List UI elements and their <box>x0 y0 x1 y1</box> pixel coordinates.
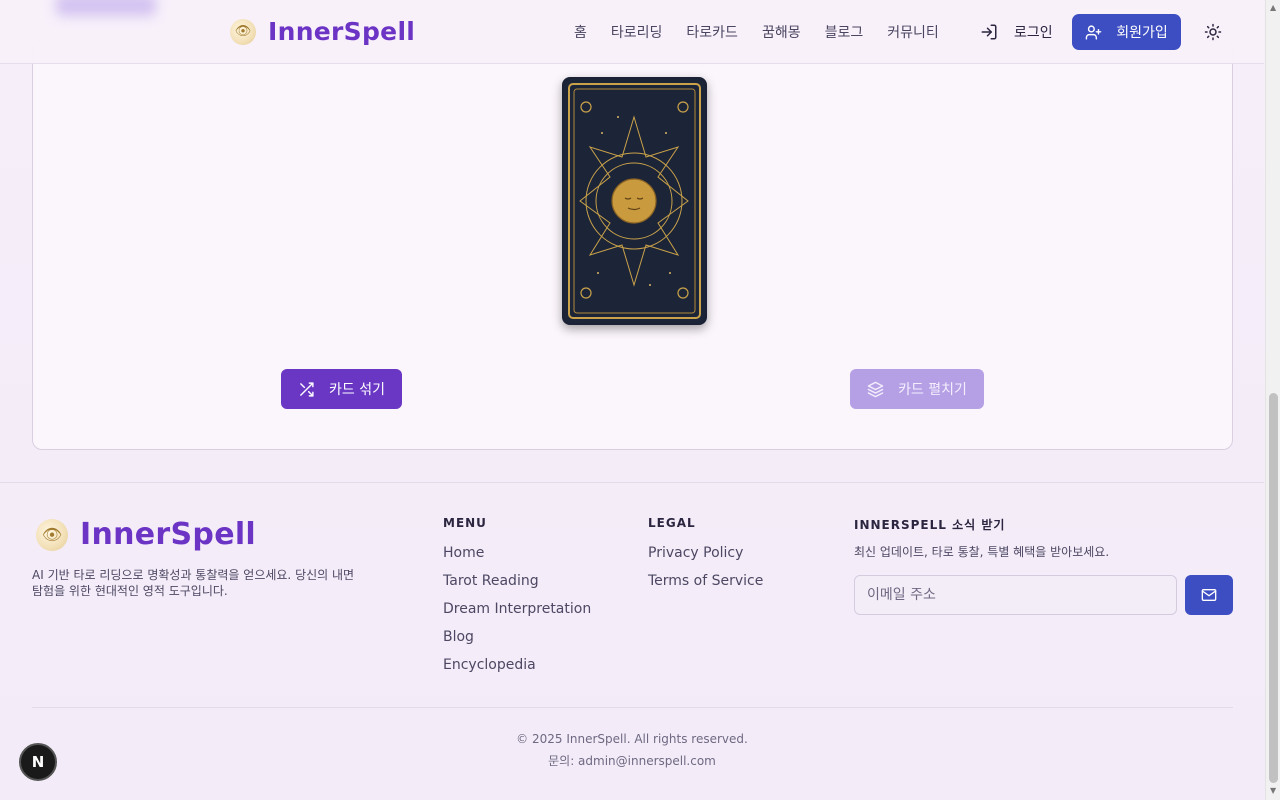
footer-link-privacy[interactable]: Privacy Policy <box>648 543 763 563</box>
copyright-text: © 2025 InnerSpell. All rights reserved. <box>516 732 748 746</box>
nav-item-tarot-reading[interactable]: 타로리딩 <box>611 22 663 42</box>
footer-divider <box>0 482 1264 483</box>
scrollbar-thumb[interactable] <box>1269 393 1278 783</box>
signup-label: 회원가입 <box>1116 25 1168 41</box>
main-nav: 홈 타로리딩 타로카드 꿈해몽 블로그 커뮤니티 <box>574 22 939 42</box>
shuffle-label: 카드 섞기 <box>329 382 385 398</box>
site-header: 👁 InnerSpell 홈 타로리딩 타로카드 꿈해몽 블로그 커뮤니티 로그… <box>0 0 1264 64</box>
sun-card-back-illustration <box>564 79 705 323</box>
footer-link-terms[interactable]: Terms of Service <box>648 571 763 591</box>
user-plus-icon <box>1085 24 1102 40</box>
footer-brand[interactable]: 👁 InnerSpell <box>36 517 256 552</box>
page-scrollbar[interactable]: ▲ ▼ <box>1265 0 1280 800</box>
login-icon <box>981 24 997 40</box>
footer-link-encyclopedia[interactable]: Encyclopedia <box>443 655 591 675</box>
brand-name: InnerSpell <box>268 17 416 46</box>
footer-bottom-divider <box>32 707 1233 708</box>
nav-item-tarot-cards[interactable]: 타로카드 <box>686 22 738 42</box>
footer-legal-list: Privacy Policy Terms of Service <box>648 543 763 591</box>
newsletter-email-input[interactable] <box>854 575 1177 615</box>
tarot-card-back[interactable] <box>562 77 707 325</box>
footer-link-dream-interpretation[interactable]: Dream Interpretation <box>443 599 591 619</box>
eye-logo-icon: 👁 <box>230 18 256 45</box>
nav-item-dream[interactable]: 꿈해몽 <box>762 22 801 42</box>
footer-newsletter-description: 최신 업데이트, 타로 통찰, 특별 혜택을 받아보세요. <box>854 545 1110 559</box>
shuffle-cards-button[interactable]: 카드 섞기 <box>281 369 402 409</box>
footer-description: AI 기반 타로 리딩으로 명확성과 통찰력을 얻으세요. 당신의 내면 탐험을… <box>32 568 355 598</box>
spread-cards-button[interactable]: 카드 펼치기 <box>850 369 984 409</box>
spread-label: 카드 펼치기 <box>898 382 967 398</box>
blurred-heading-fragment <box>56 0 156 16</box>
signup-button[interactable]: 회원가입 <box>1072 14 1181 50</box>
nav-item-home[interactable]: 홈 <box>574 22 587 42</box>
scroll-down-arrow-icon[interactable]: ▼ <box>1270 786 1276 795</box>
brand-link[interactable]: 👁 InnerSpell <box>230 17 415 46</box>
footer-link-blog[interactable]: Blog <box>443 627 591 647</box>
footer-menu-title: MENU <box>443 516 487 530</box>
contact-email[interactable]: 문의: admin@innerspell.com <box>0 752 1264 769</box>
login-label: 로그인 <box>1014 25 1053 41</box>
footer-brand-name: InnerSpell <box>80 517 257 552</box>
footer-link-tarot-reading[interactable]: Tarot Reading <box>443 571 591 591</box>
footer-link-home[interactable]: Home <box>443 543 591 563</box>
newsletter-submit-button[interactable] <box>1185 575 1233 615</box>
footer-menu-list: Home Tarot Reading Dream Interpretation … <box>443 543 591 675</box>
footer-legal-title: LEGAL <box>648 516 696 530</box>
nav-item-blog[interactable]: 블로그 <box>825 22 864 42</box>
scroll-up-arrow-icon[interactable]: ▲ <box>1270 3 1276 12</box>
mail-icon <box>1201 589 1217 601</box>
layers-icon <box>867 381 884 397</box>
nextjs-dev-indicator-icon[interactable]: N <box>19 743 57 781</box>
sun-icon[interactable] <box>1204 23 1222 41</box>
footer-newsletter-title: INNERSPELL 소식 받기 <box>854 518 1006 532</box>
login-button[interactable]: 로그인 <box>980 22 1053 42</box>
eye-logo-icon: 👁 <box>36 518 68 551</box>
nav-item-community[interactable]: 커뮤니티 <box>887 22 939 42</box>
shuffle-icon <box>300 381 314 397</box>
